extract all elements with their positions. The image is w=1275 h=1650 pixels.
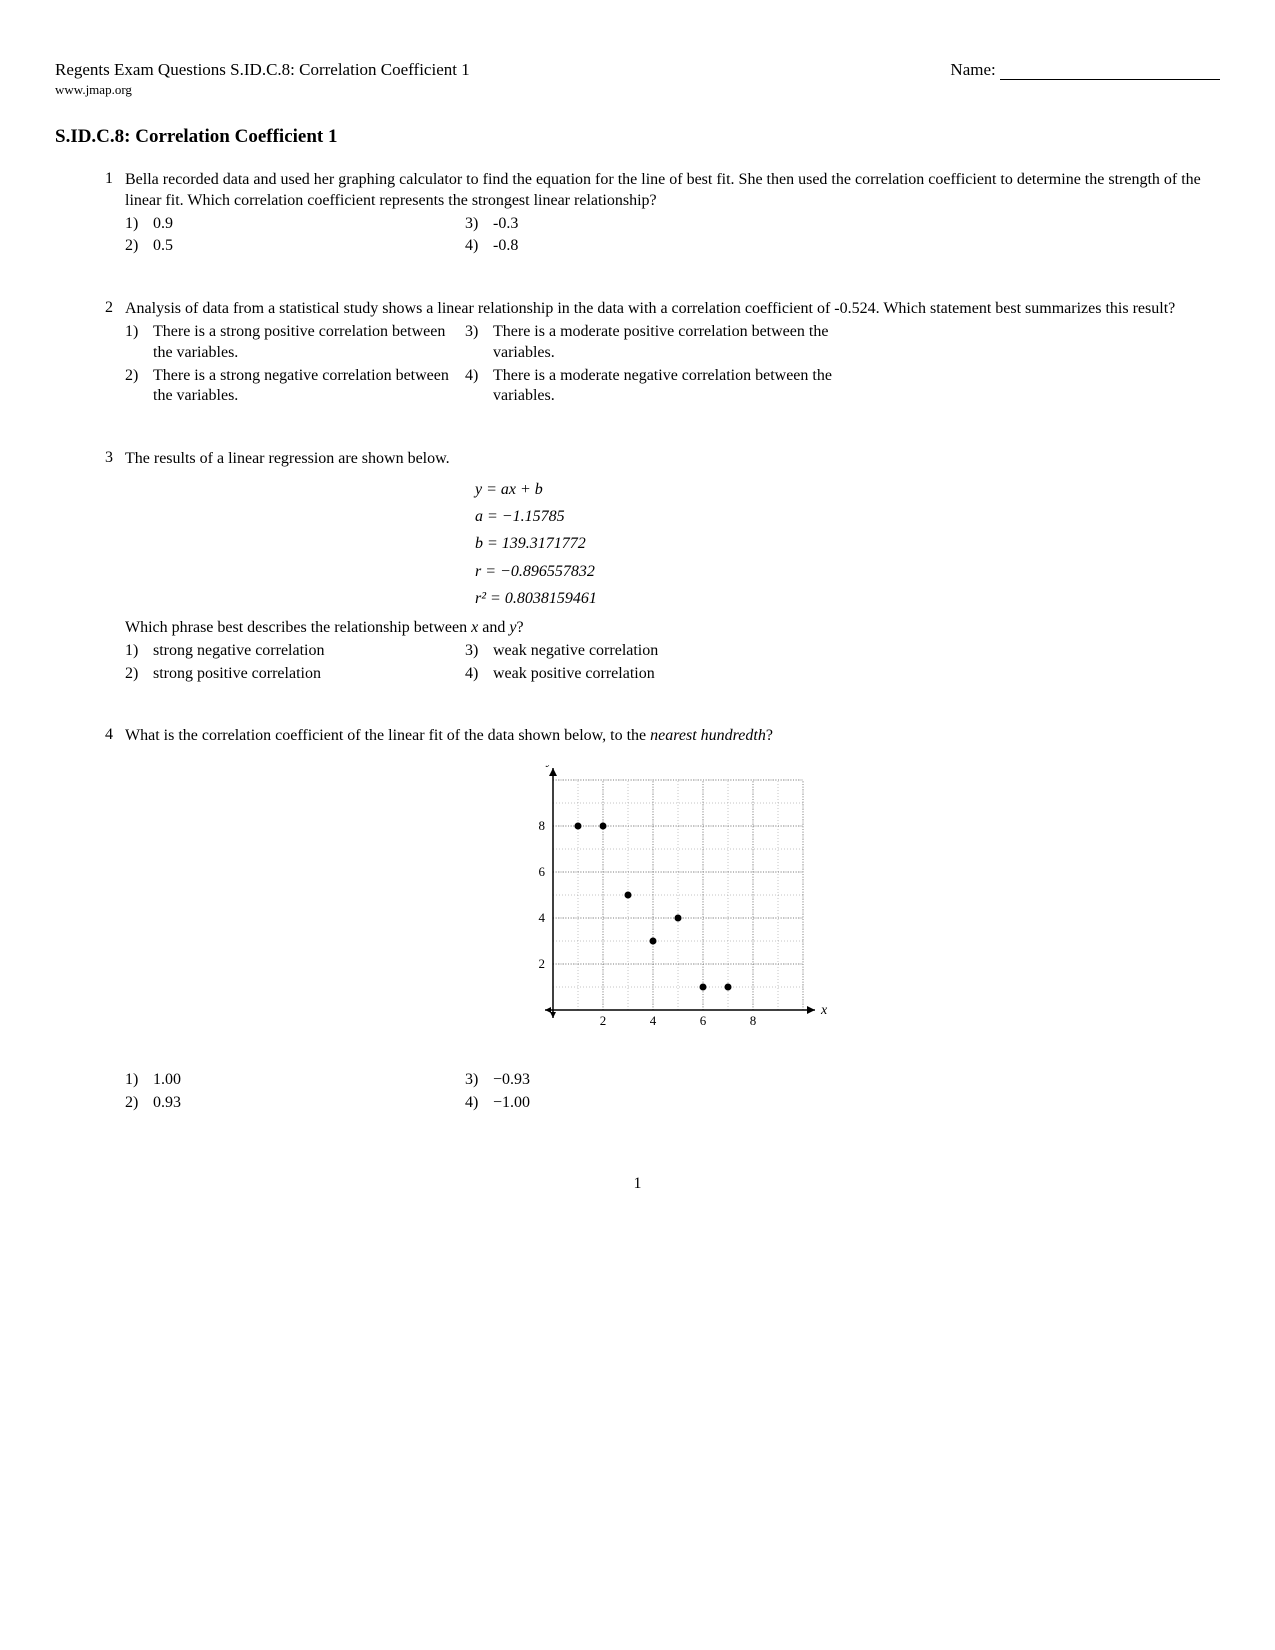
- question-prompt-after: Which phrase best describes the relation…: [125, 618, 1220, 639]
- header-url: www.jmap.org: [55, 82, 1220, 98]
- question-body: Analysis of data from a statistical stud…: [125, 299, 1220, 409]
- choices: 1)There is a strong positive correlation…: [125, 322, 1220, 409]
- svg-text:4: 4: [538, 910, 545, 925]
- regression-eq: y = ax + b: [475, 476, 1220, 503]
- question-body: What is the correlation coefficient of t…: [125, 726, 1220, 1115]
- choice-4: 4)-0.8: [465, 236, 845, 257]
- page-title: S.ID.C.8: Correlation Coefficient 1: [55, 126, 1220, 148]
- choice-2: 2)strong positive correlation: [125, 664, 465, 685]
- choice-1: 1)1.00: [125, 1070, 465, 1091]
- question-number: 3: [85, 449, 125, 686]
- svg-text:6: 6: [538, 864, 545, 879]
- svg-text:y: y: [544, 765, 553, 768]
- regression-output: y = ax + b a = −1.15785 b = 139.3171772 …: [475, 476, 1220, 612]
- svg-text:8: 8: [538, 818, 545, 833]
- name-label: Name:: [950, 60, 995, 79]
- svg-text:8: 8: [749, 1013, 756, 1028]
- svg-text:2: 2: [538, 956, 545, 971]
- question-body: Bella recorded data and used her graphin…: [125, 170, 1220, 259]
- header-title: Regents Exam Questions S.ID.C.8: Correla…: [55, 60, 470, 80]
- header-row: Regents Exam Questions S.ID.C.8: Correla…: [55, 60, 1220, 80]
- choices: 1)strong negative correlation 2)strong p…: [125, 641, 1220, 687]
- question-3: 3 The results of a linear regression are…: [85, 449, 1220, 686]
- svg-text:6: 6: [699, 1013, 706, 1028]
- svg-text:2: 2: [599, 1013, 606, 1028]
- choice-1: 1)There is a strong positive correlation…: [125, 322, 465, 364]
- choice-3: 3)-0.3: [465, 214, 845, 235]
- choice-2: 2)There is a strong negative correlation…: [125, 366, 465, 408]
- choice-3: 3)weak negative correlation: [465, 641, 845, 662]
- question-number: 2: [85, 299, 125, 409]
- svg-text:x: x: [820, 1003, 828, 1018]
- choices: 1)0.9 2)0.5 3)-0.3 4)-0.8: [125, 214, 1220, 260]
- regression-a: a = −1.15785: [475, 503, 1220, 530]
- choice-3: 3)−0.93: [465, 1070, 845, 1091]
- name-blank-line[interactable]: [1000, 79, 1220, 80]
- question-prompt: Bella recorded data and used her graphin…: [125, 170, 1220, 212]
- regression-r2: r² = 0.8038159461: [475, 585, 1220, 612]
- question-number: 1: [85, 170, 125, 259]
- regression-r: r = −0.896557832: [475, 558, 1220, 585]
- question-2: 2 Analysis of data from a statistical st…: [85, 299, 1220, 409]
- question-4: 4 What is the correlation coefficient of…: [85, 726, 1220, 1115]
- choice-4: 4)−1.00: [465, 1093, 845, 1114]
- choice-2: 2)0.5: [125, 236, 465, 257]
- choice-1: 1)0.9: [125, 214, 465, 235]
- choices: 1)1.00 2)0.93 3)−0.93 4)−1.00: [125, 1070, 1220, 1116]
- question-1: 1 Bella recorded data and used her graph…: [85, 170, 1220, 259]
- scatter-chart: 2 4 6 8 2 4 6 8 x y: [125, 765, 1220, 1052]
- question-body: The results of a linear regression are s…: [125, 449, 1220, 686]
- svg-text:4: 4: [649, 1013, 656, 1028]
- page-number: 1: [55, 1175, 1220, 1193]
- choice-3: 3)There is a moderate positive correlati…: [465, 322, 845, 364]
- choice-4: 4)There is a moderate negative correlati…: [465, 366, 845, 408]
- question-prompt: Analysis of data from a statistical stud…: [125, 299, 1220, 320]
- name-field: Name:: [950, 60, 1220, 80]
- choice-2: 2)0.93: [125, 1093, 465, 1114]
- question-number: 4: [85, 726, 125, 1115]
- scatter-plot-svg: 2 4 6 8 2 4 6 8 x y: [518, 765, 828, 1045]
- regression-b: b = 139.3171772: [475, 530, 1220, 557]
- choice-1: 1)strong negative correlation: [125, 641, 465, 662]
- choice-4: 4)weak positive correlation: [465, 664, 845, 685]
- question-prompt-before: The results of a linear regression are s…: [125, 449, 1220, 470]
- question-prompt: What is the correlation coefficient of t…: [125, 726, 1220, 747]
